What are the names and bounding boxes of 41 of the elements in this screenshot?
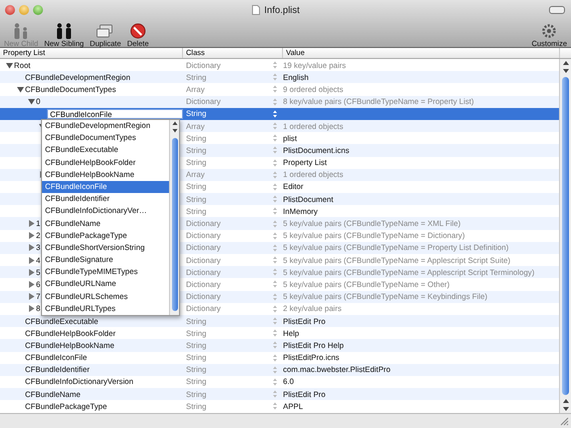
stepper-icon[interactable]: [273, 158, 277, 167]
disclosure-right-icon[interactable]: [28, 280, 35, 288]
disclosure-down-icon[interactable]: [6, 62, 13, 69]
stepper-icon[interactable]: [273, 232, 277, 240]
stepper-icon[interactable]: [273, 182, 277, 191]
stepper-icon[interactable]: [273, 256, 277, 264]
toolbar-toggle-button[interactable]: [549, 6, 565, 14]
stepper-icon[interactable]: [273, 280, 277, 288]
stepper-icon[interactable]: [273, 378, 277, 386]
gear-icon: [541, 22, 558, 38]
scrollbar[interactable]: [169, 120, 179, 315]
disclosure-right-icon[interactable]: [28, 220, 35, 228]
stepper-icon[interactable]: [273, 134, 277, 142]
disclosure-right-icon[interactable]: [28, 305, 35, 312]
stepper-icon[interactable]: [273, 61, 277, 70]
stepper-icon[interactable]: [273, 207, 277, 216]
no-entry-icon: [130, 22, 146, 38]
document-icon: [252, 5, 260, 15]
scroll-arrows-icon[interactable]: [560, 397, 570, 413]
stepper-icon[interactable]: [273, 110, 277, 118]
disclosure-down-icon[interactable]: [28, 98, 35, 106]
disclosure-right-icon[interactable]: [28, 244, 35, 252]
stepper-icon[interactable]: [273, 304, 277, 313]
resize-grip-icon[interactable]: [560, 417, 569, 426]
zoom-button[interactable]: [33, 5, 43, 15]
disclosure-down-icon[interactable]: [17, 86, 24, 93]
disclosure-right-icon[interactable]: [28, 293, 35, 300]
disclosure-right-icon[interactable]: [28, 232, 35, 240]
disclosure-right-icon[interactable]: [28, 268, 35, 276]
minimize-button[interactable]: [19, 5, 29, 15]
scroll-arrows-icon[interactable]: [170, 120, 178, 134]
window-title: Info.plist: [264, 4, 300, 16]
stepper-icon[interactable]: [273, 329, 277, 338]
stepper-icon[interactable]: [273, 354, 277, 362]
stepper-icon[interactable]: [273, 402, 277, 410]
scrollbar[interactable]: [559, 59, 571, 413]
scroll-arrows-icon[interactable]: [560, 59, 570, 75]
copies-icon: [95, 22, 116, 38]
close-button[interactable]: [5, 5, 15, 15]
stepper-icon[interactable]: [273, 85, 277, 94]
disclosure-right-icon[interactable]: [28, 256, 35, 264]
